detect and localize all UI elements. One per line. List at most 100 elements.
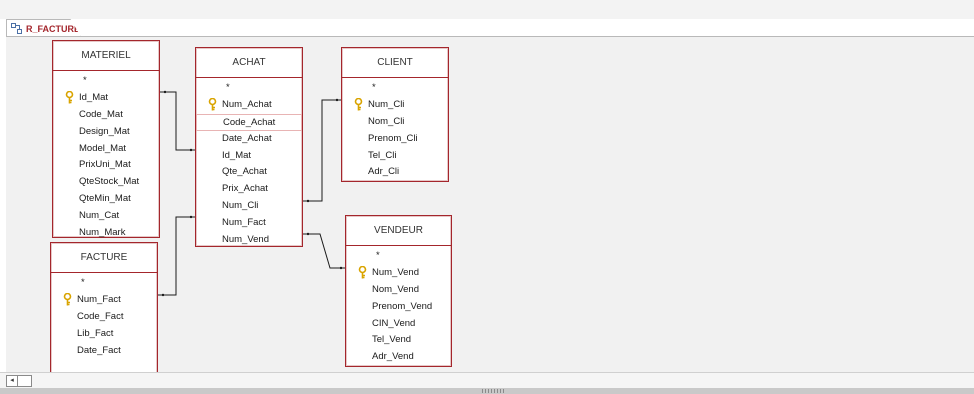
field-item[interactable]: Design_Mat (53, 124, 159, 141)
field-label: Code_Achat (223, 116, 276, 128)
field-label: * (376, 250, 380, 261)
relationships-icon (11, 23, 22, 34)
field-item[interactable]: PrixUni_Mat (53, 157, 159, 174)
field-all-columns[interactable]: * (53, 73, 159, 90)
field-list: * Num_Fact Code_Fact Lib_Fact Date_Fact (51, 273, 157, 359)
field-label: Tel_Vend (372, 334, 412, 346)
field-item[interactable]: Num_Cat (53, 208, 159, 225)
primary-key-icon (208, 97, 217, 111)
field-label: Prenom_Cli (368, 132, 418, 144)
scroll-track[interactable] (18, 375, 32, 387)
field-item[interactable]: Id_Mat (53, 90, 159, 107)
field-item[interactable]: Nom_Cli (342, 114, 448, 131)
field-item[interactable]: Qte_Achat (196, 164, 302, 181)
field-label: Num_Cli (222, 200, 259, 212)
field-item[interactable]: CIN_Vend (346, 316, 451, 333)
field-label: Num_Mark (79, 227, 126, 239)
tab-r-facture[interactable]: R_FACTURE (6, 19, 81, 37)
table-materiel[interactable]: MATERIEL * Id_Mat Code_Mat Design_Mat Model_… (52, 40, 160, 238)
resize-grip-icon[interactable] (482, 389, 504, 393)
field-list: * Num_Cli Nom_Cli Prenom_Cli Tel_Cli Adr_Cli (342, 78, 448, 181)
field-label: Prenom_Vend (372, 300, 433, 312)
table-title[interactable]: ACHAT (196, 48, 302, 78)
table-title[interactable]: CLIENT (342, 48, 448, 78)
field-label: Nom_Cli (368, 115, 405, 127)
field-label: Num_Cat (79, 210, 120, 222)
field-item[interactable]: QteStock_Mat (53, 174, 159, 191)
field-label: * (81, 277, 85, 288)
field-label: QteMin_Mat (79, 193, 131, 205)
field-item[interactable]: Num_Fact (196, 215, 302, 232)
field-label: Adr_Vend (372, 351, 414, 363)
table-title[interactable]: FACTURE (51, 243, 157, 273)
field-item[interactable]: Code_Fact (51, 309, 157, 326)
field-label: Id_Mat (79, 91, 109, 103)
field-label: QteStock_Mat (79, 176, 140, 188)
field-item[interactable]: Num_Fact (51, 292, 157, 309)
field-item[interactable]: Num_Vend (346, 265, 451, 282)
field-label: Date_Achat (222, 132, 272, 144)
field-label: PrixUni_Mat (79, 159, 131, 171)
field-item[interactable]: Tel_Cli (342, 148, 448, 165)
field-label: * (372, 82, 376, 93)
primary-key-icon (63, 292, 72, 306)
field-label: * (226, 82, 230, 93)
status-bar (0, 388, 974, 394)
field-item[interactable]: Lib_Fact (51, 326, 157, 343)
field-item[interactable]: Code_Mat (53, 107, 159, 124)
field-label: Date_Fact (77, 344, 121, 356)
field-label: Tel_Cli (368, 149, 397, 161)
field-label: Num_Vend (372, 266, 420, 278)
field-item[interactable]: Tel_Vend (346, 332, 451, 349)
field-label: Code_Mat (79, 108, 123, 120)
field-item[interactable]: Num_Cli (196, 198, 302, 215)
field-item[interactable]: Date_Achat (196, 131, 302, 148)
field-item[interactable]: Prenom_Vend (346, 299, 451, 316)
table-facture[interactable]: FACTURE * Num_Fact Code_Fact Lib_Fact Date_F… (50, 242, 158, 374)
field-label: Code_Fact (77, 310, 124, 322)
field-item[interactable]: Num_Mark (53, 225, 159, 242)
field-label: * (83, 75, 87, 86)
field-all-columns[interactable]: * (51, 275, 157, 292)
field-label: Lib_Fact (77, 327, 114, 339)
field-item[interactable]: Adr_Vend (346, 349, 451, 366)
field-label: Num_Fact (77, 293, 121, 305)
field-item[interactable]: Id_Mat (196, 148, 302, 165)
ribbon-strip (0, 0, 974, 19)
field-all-columns[interactable]: * (342, 80, 448, 97)
field-item[interactable]: Adr_Cli (342, 164, 448, 181)
field-item[interactable]: Model_Mat (53, 141, 159, 158)
primary-key-icon (358, 265, 367, 279)
field-item[interactable]: Num_Achat (196, 97, 302, 114)
scroll-left-arrow-icon[interactable]: ◂ (6, 375, 18, 387)
field-label: Num_Vend (222, 234, 270, 246)
field-label: Adr_Cli (368, 166, 400, 178)
field-item[interactable]: Prenom_Cli (342, 131, 448, 148)
table-title[interactable]: MATERIEL (53, 41, 159, 71)
field-item[interactable]: Num_Vend (196, 232, 302, 249)
field-label: Qte_Achat (222, 166, 267, 178)
field-all-columns[interactable]: * (196, 80, 302, 97)
field-label: Id_Mat (222, 149, 252, 161)
field-list: * Num_Vend Nom_Vend Prenom_Vend CIN_Vend Tel_… (346, 246, 451, 366)
tab-label: R_FACTURE (25, 23, 80, 34)
field-label: Design_Mat (79, 125, 130, 137)
field-label: Nom_Vend (372, 283, 420, 295)
field-item[interactable]: QteMin_Mat (53, 191, 159, 208)
field-item[interactable]: Date_Fact (51, 343, 157, 360)
field-item[interactable]: Prix_Achat (196, 181, 302, 198)
horizontal-scrollbar[interactable]: ◂ (0, 372, 974, 388)
field-label: Prix_Achat (222, 183, 268, 195)
primary-key-icon (65, 90, 74, 104)
field-item[interactable]: Nom_Vend (346, 282, 451, 299)
table-achat[interactable]: ACHAT * Num_Achat Code_Achat Date_Achat Id_M… (195, 47, 303, 247)
field-all-columns[interactable]: * (346, 248, 451, 265)
table-vendeur[interactable]: VENDEUR * Num_Vend Nom_Vend Prenom_Vend CIN_… (345, 215, 452, 367)
field-item[interactable]: Code_Achat (196, 113, 302, 131)
field-list: * Id_Mat Code_Mat Design_Mat Model_Mat PrixUn… (53, 71, 159, 242)
table-title[interactable]: VENDEUR (346, 216, 451, 246)
field-item[interactable]: Num_Cli (342, 97, 448, 114)
field-label: Num_Cli (368, 98, 405, 110)
table-client[interactable]: CLIENT * Num_Cli Nom_Cli Prenom_Cli Tel_Cli A… (341, 47, 449, 182)
field-label: Num_Fact (222, 217, 266, 229)
